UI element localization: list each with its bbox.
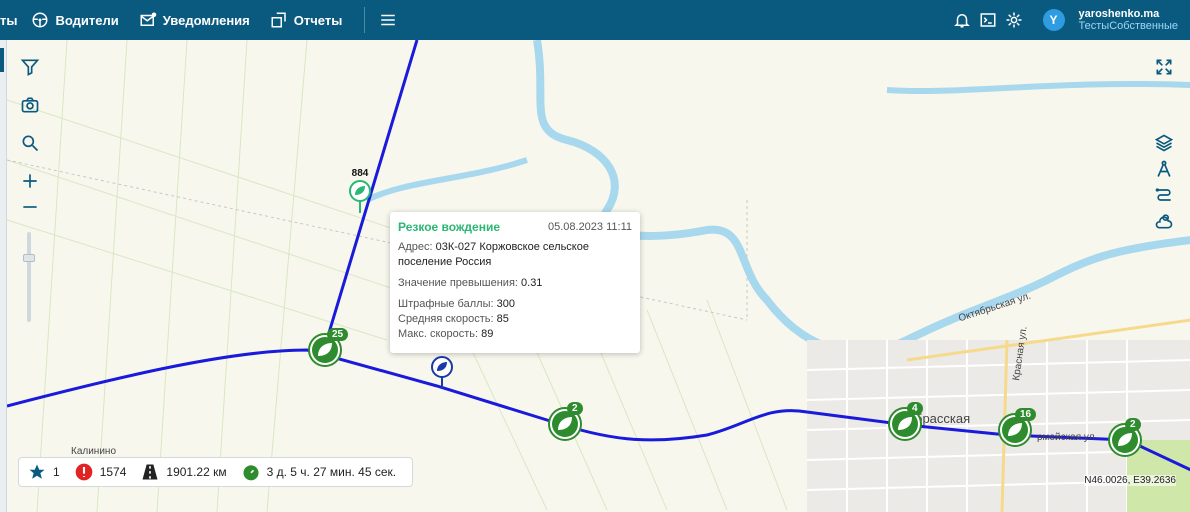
popup-avg-label: Средняя скорость:: [398, 313, 494, 325]
stats-distance: 1901.22 км: [166, 465, 227, 479]
reports-icon: [271, 12, 286, 28]
zoom-out-button[interactable]: [17, 194, 43, 220]
route-icon: [1155, 188, 1171, 201]
zoom-slider-handle[interactable]: [23, 254, 35, 262]
nav-separator: [364, 7, 366, 33]
search-icon: [22, 135, 39, 152]
terminal-icon[interactable]: [979, 11, 997, 29]
cursor-coordinates: N46.0026, E39.2636: [1084, 475, 1176, 486]
star-icon: [27, 462, 47, 482]
place-label-kalinino: Калинино: [71, 446, 116, 457]
event-popup: Резкое вождение 05.08.2023 11:11 Адрес: …: [390, 212, 640, 353]
compass-ruler-icon: [1157, 160, 1171, 177]
popup-excess-label: Значение превышения:: [398, 277, 518, 289]
user-name: yaroshenko.ma: [1078, 8, 1160, 20]
leaf-icon: [431, 356, 453, 389]
left-panel-marker: [0, 48, 4, 72]
cluster-badge: 25: [327, 328, 349, 341]
popup-address-label: Адрес:: [398, 241, 433, 253]
nav-reports[interactable]: Отчеты: [270, 11, 343, 29]
stopwatch-icon: [241, 462, 261, 482]
popup-address: Адрес: 03К-027 Коржовское сельское посел…: [398, 240, 632, 270]
filter-icon: [20, 59, 40, 76]
cluster-badge: 4: [907, 402, 923, 415]
cluster-marker-16[interactable]: 16: [997, 408, 1037, 448]
pin-label: 884: [351, 168, 369, 179]
layers-icon: [1154, 134, 1174, 152]
popup-excess: Значение превышения: 0.31: [398, 276, 632, 291]
cluster-marker-25[interactable]: 25: [307, 328, 349, 368]
layers-button[interactable]: [1151, 130, 1177, 156]
weather-icon: [1155, 214, 1173, 229]
hamburger-menu-button[interactable]: [379, 11, 397, 29]
nav-drivers[interactable]: Водители: [31, 11, 119, 29]
route-button[interactable]: [1151, 182, 1177, 208]
street-label-armeyskaya: рмейская ул.: [1037, 432, 1098, 443]
minus-icon: [23, 206, 37, 208]
popup-penalty: Штрафные баллы: 300: [398, 297, 632, 312]
stats-rating: 1: [53, 465, 60, 479]
top-navigation-bar: ты Водители Уведомления Отчеты Y yaroshe…: [0, 0, 1190, 40]
header-right: Y yaroshenko.ma ТестыСобственные: [953, 0, 1178, 40]
leaf-icon: [349, 180, 371, 213]
cluster-badge: 2: [1125, 418, 1141, 431]
fullscreen-button[interactable]: [1151, 54, 1177, 80]
popup-excess-value: 0.31: [521, 277, 543, 289]
popup-avg-value: 85: [496, 313, 509, 325]
camera-icon: [21, 97, 39, 113]
weather-button[interactable]: [1151, 208, 1177, 234]
nav-reports-label: Отчеты: [293, 12, 343, 28]
popup-avg-speed: Средняя скорость: 85: [398, 312, 632, 327]
popup-penalty-value: 300: [496, 298, 515, 310]
search-button[interactable]: [17, 130, 43, 156]
hamburger-icon: [381, 14, 396, 26]
popup-penalty-label: Штрафные баллы:: [398, 298, 494, 310]
bell-icon[interactable]: [953, 11, 971, 29]
road-icon: [140, 462, 160, 482]
settings-gear-icon[interactable]: [1005, 11, 1023, 29]
popup-max-label: Макс. скорость:: [398, 328, 479, 340]
user-avatar[interactable]: Y: [1042, 9, 1065, 31]
steering-wheel-icon: [32, 12, 48, 28]
fullscreen-icon: [1156, 59, 1172, 75]
filter-button[interactable]: [17, 54, 43, 80]
cluster-marker-4[interactable]: 4: [887, 402, 927, 442]
stats-duration: 3 д. 5 ч. 27 мин. 45 сек.: [266, 465, 397, 479]
ruler-button[interactable]: [1151, 156, 1177, 182]
cluster-badge: 2: [567, 402, 583, 415]
popup-date: 05.08.2023 11:11: [547, 221, 632, 233]
event-pin-884[interactable]: 884: [343, 168, 377, 222]
trip-stats-bar: 1 1574 1901.22 км 3 д. 5 ч. 27 мин. 45 с…: [18, 457, 414, 487]
mail-bell-icon: [140, 12, 156, 26]
zoom-slider[interactable]: [23, 232, 35, 322]
cluster-marker-2b[interactable]: 2: [1107, 418, 1147, 458]
zoom-in-button[interactable]: [17, 168, 43, 194]
plus-icon: [23, 174, 37, 188]
stats-violations: 1574: [99, 465, 127, 479]
popup-max-value: 89: [481, 328, 494, 340]
nav-item-partial[interactable]: ты: [0, 13, 17, 28]
screenshot-button[interactable]: [17, 92, 43, 118]
cluster-marker-2a[interactable]: 2: [547, 402, 587, 442]
user-info[interactable]: yaroshenko.ma ТестыСобственные: [1079, 8, 1178, 32]
popup-max-speed: Макс. скорость: 89: [398, 327, 632, 342]
nav-notifications-label: Уведомления: [162, 12, 250, 28]
nav-drivers-label: Водители: [55, 12, 119, 28]
cluster-badge: 16: [1015, 408, 1037, 421]
violation-alert-icon: [74, 462, 94, 482]
nav-notifications[interactable]: Уведомления: [139, 11, 250, 29]
user-group: ТестыСобственные: [1078, 20, 1178, 32]
